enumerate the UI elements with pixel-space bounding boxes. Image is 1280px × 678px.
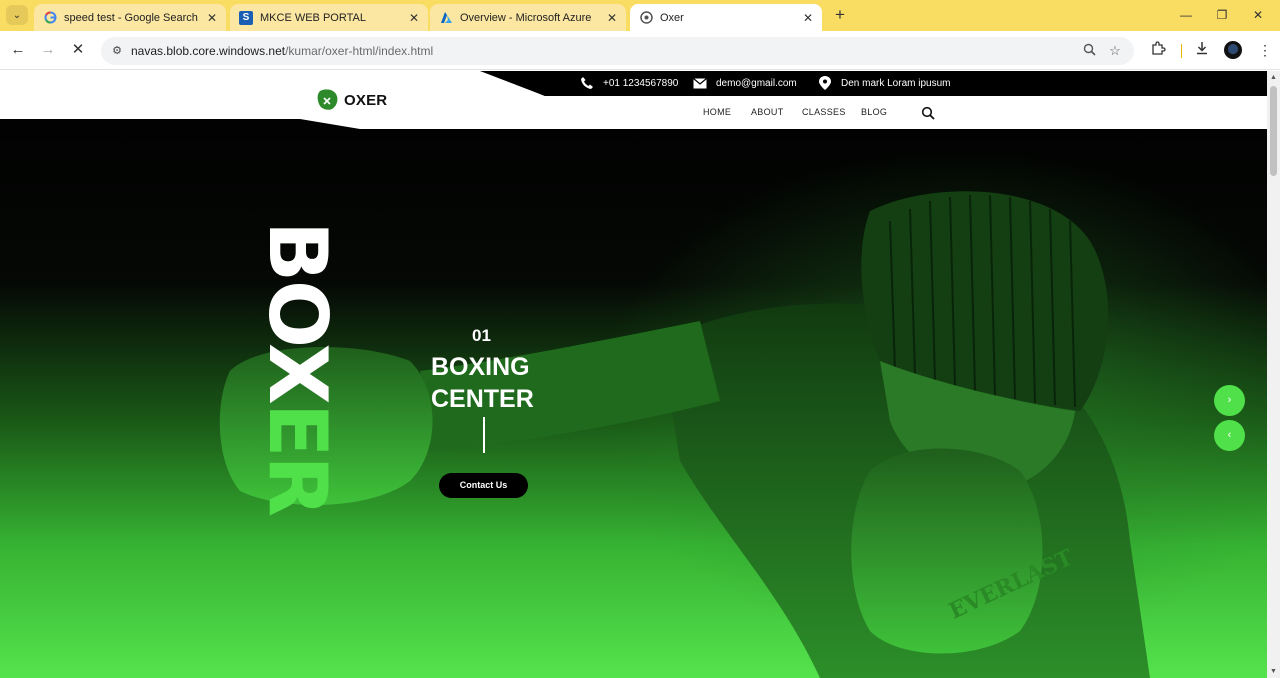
tab-close-icon[interactable]: ✕ <box>604 10 620 26</box>
vertical-boxer-heading: BOX ER <box>251 221 344 521</box>
restore-icon[interactable]: ❐ <box>1208 5 1236 25</box>
hero-title: BOXING CENTER <box>431 351 534 415</box>
slide-number: 01 <box>472 326 491 345</box>
boxing-glove-logo-icon <box>316 88 340 112</box>
scroll-up-icon[interactable]: ▲ <box>1267 71 1280 84</box>
url-text[interactable]: navas.blob.core.windows.net/kumar/oxer-h… <box>131 44 433 58</box>
window-close-icon[interactable]: ✕ <box>1244 5 1272 25</box>
page-scrollbar[interactable]: ▲ ▼ <box>1267 71 1280 678</box>
page-viewport: EVERLAST OXER +01 1234567890 demo@gmail.… <box>0 71 1267 678</box>
azure-icon <box>439 11 453 25</box>
tab-close-icon[interactable]: ✕ <box>406 10 422 26</box>
address-text: Den mark Loram ipusum <box>841 77 951 89</box>
scroll-down-icon[interactable]: ▼ <box>1267 665 1280 678</box>
boxer-word-green: ER <box>251 402 344 516</box>
slider-next-button[interactable]: › <box>1214 385 1245 416</box>
google-icon <box>43 11 57 25</box>
tab-close-icon[interactable]: ✕ <box>204 10 220 26</box>
oxer-favicon-icon <box>639 11 653 25</box>
hero-title-line1: BOXING <box>431 353 530 381</box>
browser-menu-icon[interactable]: ⋮ <box>1256 41 1274 59</box>
bookmark-star-icon[interactable]: ☆ <box>1107 43 1123 59</box>
boxer-word-white: BOX <box>251 221 344 403</box>
location-pin-icon <box>818 76 832 90</box>
mail-icon <box>693 76 707 90</box>
nav-about[interactable]: ABOUT <box>751 107 784 117</box>
address-bar[interactable]: ⚙ navas.blob.core.windows.net/kumar/oxer… <box>101 37 1134 65</box>
toolbar-divider <box>1181 44 1182 58</box>
portal-icon: S <box>239 10 253 25</box>
tab-title: MKCE WEB PORTAL <box>260 11 366 24</box>
nav-home[interactable]: HOME <box>703 107 731 117</box>
tab-search-button[interactable]: ⌄ <box>6 5 28 25</box>
scroll-thumb[interactable] <box>1270 86 1277 176</box>
download-icon[interactable] <box>1193 41 1211 59</box>
profile-avatar[interactable] <box>1224 41 1242 59</box>
contact-phone[interactable]: +01 1234567890 <box>580 75 678 91</box>
tab-title: speed test - Google Search <box>64 11 198 24</box>
tab-title: Overview - Microsoft Azure <box>460 11 592 24</box>
forward-arrow-icon[interactable]: → <box>38 40 58 60</box>
contact-email[interactable]: demo@gmail.com <box>693 75 797 91</box>
tab-title: Oxer <box>660 11 684 24</box>
tab-oxer[interactable]: Oxer ✕ <box>630 4 822 31</box>
boxer-image: EVERLAST <box>219 191 1150 678</box>
logo-text: OXER <box>344 91 388 109</box>
site-logo[interactable]: OXER <box>316 88 387 112</box>
site-info-icon[interactable]: ⚙ <box>110 44 124 58</box>
hero-divider <box>483 417 485 453</box>
tab-google-search[interactable]: speed test - Google Search ✕ <box>34 4 226 31</box>
phone-text: +01 1234567890 <box>603 77 679 89</box>
tab-strip: ⌄ speed test - Google Search ✕ S MKCE WE… <box>0 0 1280 31</box>
phone-icon <box>580 76 594 90</box>
contact-us-button[interactable]: Contact Us <box>439 473 528 498</box>
search-icon[interactable] <box>921 106 935 120</box>
slider-prev-button[interactable]: ‹ <box>1214 420 1245 451</box>
hero-title-line2: CENTER <box>431 385 534 413</box>
tab-azure[interactable]: Overview - Microsoft Azure ✕ <box>430 4 626 31</box>
tab-mkce-portal[interactable]: S MKCE WEB PORTAL ✕ <box>230 4 428 31</box>
extensions-icon[interactable] <box>1149 41 1167 59</box>
stop-loading-icon[interactable]: ✕ <box>68 40 88 60</box>
tab-close-icon[interactable]: ✕ <box>800 10 816 26</box>
back-arrow-icon[interactable]: ← <box>8 40 28 60</box>
minimize-icon[interactable]: — <box>1172 5 1200 25</box>
url-path: /kumar/oxer-html/index.html <box>285 44 434 58</box>
new-tab-button[interactable]: + <box>831 6 849 25</box>
address-toolbar: ← → ✕ ⚙ navas.blob.core.windows.net/kuma… <box>0 31 1280 70</box>
email-text: demo@gmail.com <box>716 77 797 89</box>
zoom-icon[interactable] <box>1081 43 1097 59</box>
nav-classes[interactable]: CLASSES <box>802 107 846 117</box>
nav-blog[interactable]: BLOG <box>861 107 887 117</box>
url-host: navas.blob.core.windows.net <box>131 44 286 58</box>
contact-address[interactable]: Den mark Loram ipusum <box>818 75 950 91</box>
